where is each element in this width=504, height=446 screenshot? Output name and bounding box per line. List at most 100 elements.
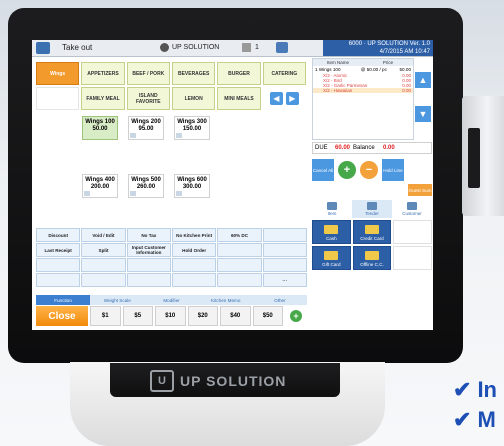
tab-weight-scale[interactable]: Weight Scale bbox=[90, 295, 144, 305]
tab-other[interactable]: Other bbox=[253, 295, 307, 305]
category-catering[interactable]: CATERING bbox=[262, 62, 306, 85]
item-button[interactable]: Wings 200 95.00 bbox=[128, 116, 164, 140]
cash-1-button[interactable]: $1 bbox=[90, 306, 121, 326]
function-empty[interactable] bbox=[217, 273, 262, 287]
function-empty[interactable] bbox=[171, 273, 217, 287]
more-button[interactable]: ··· bbox=[262, 273, 307, 287]
item-name: Wings 500 bbox=[131, 177, 161, 183]
item-name: Wings 100 bbox=[85, 119, 115, 125]
function-empty[interactable] bbox=[36, 258, 81, 272]
item-name: Wings 400 bbox=[85, 177, 115, 183]
tab-customer[interactable]: Customer bbox=[392, 200, 432, 218]
check-icon: ✔ bbox=[453, 407, 472, 432]
function-empty[interactable] bbox=[171, 258, 217, 272]
cash-5-button[interactable]: $5 bbox=[122, 306, 153, 326]
cancel-all-button[interactable]: Cancel All bbox=[312, 159, 334, 181]
bullet-item: ✔ In bbox=[453, 375, 497, 405]
category-family-meal[interactable]: FAMILY MEAL bbox=[81, 87, 125, 110]
input-customer-info-button[interactable]: Input Customer Information bbox=[126, 243, 171, 257]
minus-qty-icon[interactable]: − bbox=[360, 161, 378, 179]
offline-cc-button[interactable]: Offline C.C. bbox=[352, 246, 392, 270]
due-bar: DUE 60.00 Balance 0.00 bbox=[312, 142, 432, 154]
item-name: Wings 600 bbox=[177, 177, 207, 183]
header-price: Price bbox=[382, 60, 394, 65]
function-empty[interactable] bbox=[36, 273, 81, 287]
void-edit-button[interactable]: Void / Edit bbox=[81, 228, 126, 242]
modifier-name: X/2 - Hawaiian bbox=[323, 88, 353, 93]
pay-label: Gift Card bbox=[322, 262, 341, 267]
category-burger[interactable]: BURGER bbox=[217, 62, 261, 85]
plus-qty-icon[interactable]: + bbox=[338, 161, 356, 179]
gift-card-button[interactable]: Gift Card bbox=[312, 246, 351, 270]
guest-sum-button[interactable]: Guest Sum bbox=[408, 184, 432, 196]
category-mini-meals[interactable]: MINI MEALS bbox=[217, 87, 261, 110]
pos-screen: Take out UP SOLUTION 1 6000 · UP SOLUTIO… bbox=[32, 40, 433, 330]
scroll-up-icon[interactable]: ▲ bbox=[415, 72, 431, 88]
modifier-amount: 0.00 bbox=[402, 88, 411, 93]
sixty-percent-dc-button[interactable]: 60% DC bbox=[217, 228, 262, 242]
modifier-line[interactable]: X/2 - Hawaiian 0.00 bbox=[313, 88, 413, 93]
split-button[interactable]: Split bbox=[81, 243, 126, 257]
arrow-left-icon[interactable]: ◀ bbox=[269, 92, 283, 105]
function-empty[interactable] bbox=[262, 258, 307, 272]
function-empty[interactable] bbox=[126, 258, 171, 272]
guest-count[interactable]: 1 bbox=[242, 43, 259, 52]
category-wings[interactable]: Wings bbox=[36, 62, 80, 85]
cash-10-button[interactable]: $10 bbox=[155, 306, 186, 326]
category-beverages[interactable]: BEVERAGES bbox=[171, 62, 216, 85]
tender-icon bbox=[367, 202, 377, 210]
store-info: 6000 · UP SOLUTION Ver. 1.0 bbox=[348, 41, 430, 47]
function-empty[interactable] bbox=[217, 243, 262, 257]
function-empty[interactable] bbox=[262, 243, 307, 257]
category-lemon[interactable]: LEMON bbox=[171, 87, 216, 110]
function-empty[interactable] bbox=[262, 228, 307, 242]
order-list: Item Name Price 1 Wings 100 @ 50.00 / pc… bbox=[312, 58, 414, 140]
item-price: 150.00 bbox=[182, 126, 202, 132]
tab-kitchen-memo[interactable]: Kitchen Memo bbox=[199, 295, 253, 305]
hold-order-button[interactable]: Hold Order bbox=[171, 243, 217, 257]
pay-empty bbox=[393, 246, 432, 270]
item-button[interactable]: Wings 600 300.00 bbox=[174, 174, 210, 198]
function-empty[interactable] bbox=[81, 273, 126, 287]
credit-card-button[interactable]: Credit Card bbox=[352, 220, 392, 244]
tab-function[interactable]: Function bbox=[36, 295, 91, 305]
no-kitchen-print-button[interactable]: No Kitchen Print bbox=[171, 228, 217, 242]
item-button[interactable]: Wings 300 150.00 bbox=[174, 116, 210, 140]
tab-tender[interactable]: Tender bbox=[352, 200, 392, 218]
menu-grid-icon[interactable] bbox=[276, 42, 288, 53]
item-price: 200.00 bbox=[90, 184, 110, 190]
function-grid: Discount Void / Edit No Tax No Kitchen P… bbox=[36, 228, 307, 287]
tab-item[interactable]: Item bbox=[312, 200, 352, 218]
item-button[interactable]: Wings 100 50.00 bbox=[82, 116, 118, 140]
cash-payment-button[interactable]: Cash bbox=[312, 220, 351, 244]
add-cash-button[interactable]: + bbox=[285, 306, 307, 326]
user-name: UP SOLUTION bbox=[172, 44, 220, 51]
tab-modifier[interactable]: Modifier bbox=[144, 295, 198, 305]
category-island-favorite[interactable]: ISLAND FAVORITE bbox=[126, 87, 170, 110]
cash-50-button[interactable]: $50 bbox=[252, 306, 283, 326]
bullet-text: In bbox=[477, 377, 497, 402]
function-empty[interactable] bbox=[126, 273, 171, 287]
guest-count-value: 1 bbox=[255, 44, 259, 51]
item-button[interactable]: Wings 400 200.00 bbox=[82, 174, 118, 198]
scroll-down-icon[interactable]: ▼ bbox=[415, 106, 431, 122]
item-button[interactable]: Wings 500 260.00 bbox=[128, 174, 164, 198]
cash-40-button[interactable]: $40 bbox=[220, 306, 251, 326]
order-line[interactable]: 1 Wings 100 @ 50.00 / pc 50.00 bbox=[313, 66, 413, 73]
user-info[interactable]: UP SOLUTION bbox=[160, 43, 219, 52]
item-price: 260.00 bbox=[136, 184, 156, 190]
tab-tender-label: Tender bbox=[365, 211, 379, 216]
category-appetizers[interactable]: APPETIZERS bbox=[81, 62, 125, 85]
no-tax-button[interactable]: No Tax bbox=[126, 228, 171, 242]
close-button[interactable]: Close bbox=[36, 306, 88, 326]
discount-button[interactable]: Discount bbox=[36, 228, 81, 242]
pay-label: Offline C.C. bbox=[360, 262, 384, 267]
hold-line-button[interactable]: Hold Line bbox=[382, 159, 404, 181]
last-receipt-button[interactable]: Last Receipt bbox=[36, 243, 81, 257]
category-pager: ◀ ▶ bbox=[263, 87, 306, 110]
function-empty[interactable] bbox=[81, 258, 126, 272]
category-beef-pork[interactable]: BEEF / PORK bbox=[126, 62, 170, 85]
cash-20-button[interactable]: $20 bbox=[187, 306, 218, 326]
function-empty[interactable] bbox=[217, 258, 262, 272]
arrow-right-icon[interactable]: ▶ bbox=[285, 92, 299, 105]
